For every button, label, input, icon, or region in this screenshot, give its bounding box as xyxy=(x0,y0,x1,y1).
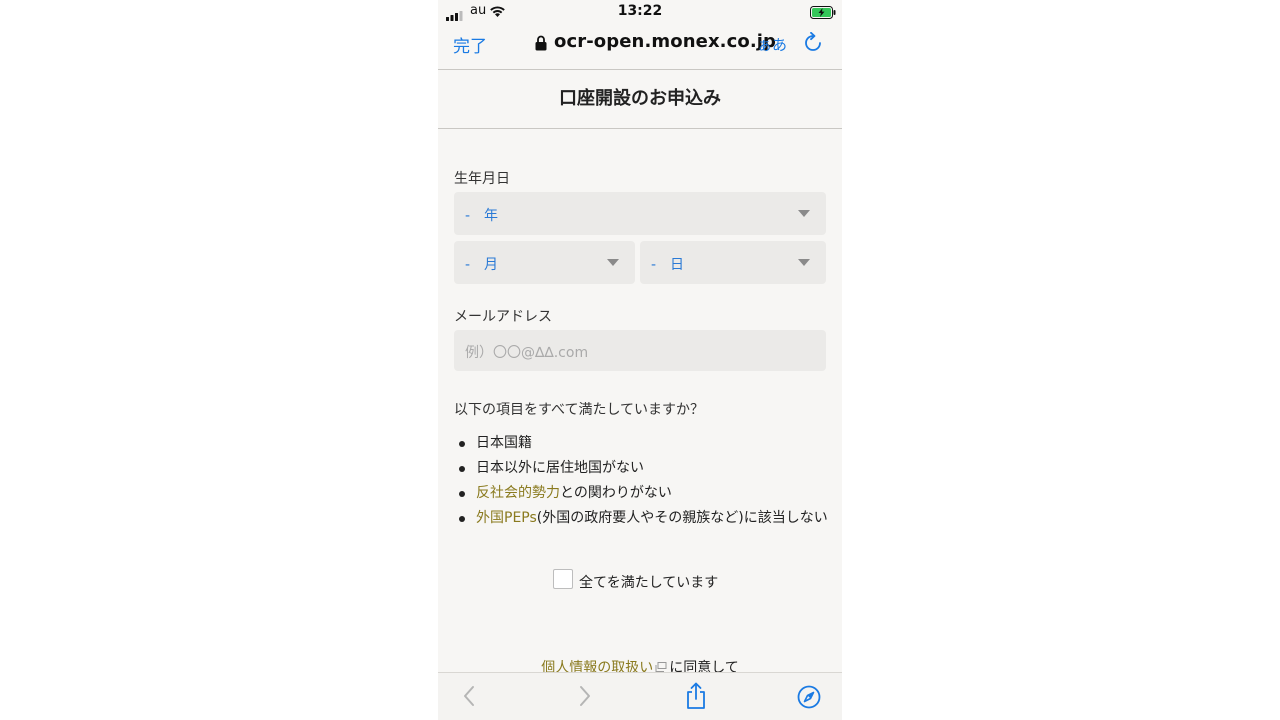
agree-label[interactable]: 全てを満たしています xyxy=(579,572,718,592)
page-title: 口座開設のお申込み xyxy=(559,88,721,109)
requirement-text: との関わりがない xyxy=(560,485,672,501)
battery-charging-icon xyxy=(810,4,836,23)
antisocial-forces-link[interactable]: 反社会的勢力 xyxy=(476,485,560,501)
phone-screen: au 13:22 完了 ocr-open.monex.co.jp ぁあ 口座開設… xyxy=(438,0,842,720)
birth-month-select[interactable]: - 月 xyxy=(454,241,635,284)
page-header: 口座開設のお申込み xyxy=(438,70,842,129)
status-time: 13:22 xyxy=(617,3,663,19)
email-label: メールアドレス xyxy=(454,309,552,325)
text-size-button[interactable]: ぁあ xyxy=(757,34,787,55)
list-item: 反社会的勢力との関わりがない xyxy=(458,484,828,503)
foreign-peps-link[interactable]: 外国PEPs xyxy=(476,510,537,526)
reload-icon[interactable] xyxy=(804,31,822,56)
share-icon[interactable] xyxy=(685,682,707,714)
list-item: 外国PEPs(外国の政府要人やその親族など)に該当しない xyxy=(458,509,828,528)
birth-day-value: - 日 xyxy=(651,257,685,273)
birth-year-select[interactable]: - 年 xyxy=(454,192,826,235)
requirements-list: 日本国籍 日本以外に居住地国がない 反社会的勢力との関わりがない 外国PEPs(… xyxy=(458,434,828,534)
birth-month-value: - 月 xyxy=(465,257,499,273)
birth-year-value: - 年 xyxy=(465,208,499,224)
browser-toolbar xyxy=(438,672,842,720)
status-bar: au 13:22 xyxy=(438,0,842,22)
compass-icon[interactable] xyxy=(797,685,821,713)
forward-icon[interactable] xyxy=(578,685,592,711)
done-button[interactable]: 完了 xyxy=(453,32,487,57)
agree-checkbox[interactable] xyxy=(553,569,573,589)
chevron-down-icon xyxy=(607,259,619,266)
list-item: 日本国籍 xyxy=(458,434,828,453)
birth-day-select[interactable]: - 日 xyxy=(640,241,826,284)
chevron-down-icon xyxy=(798,210,810,217)
back-icon[interactable] xyxy=(462,685,476,711)
list-item: 日本以外に居住地国がない xyxy=(458,459,828,478)
email-field[interactable]: 例）〇〇@∆∆.com xyxy=(454,330,826,371)
url-text[interactable]: ocr-open.monex.co.jp xyxy=(554,31,776,52)
chevron-down-icon xyxy=(798,259,810,266)
requirement-text: (外国の政府要人やその親族など)に該当しない xyxy=(536,510,828,526)
browser-address-bar: 完了 ocr-open.monex.co.jp ぁあ xyxy=(438,22,842,70)
requirements-question: 以下の項目をすべて満たしていますか？ xyxy=(454,402,705,418)
requirement-text: 日本国籍 xyxy=(476,435,532,451)
requirement-text: 日本以外に居住地国がない xyxy=(476,460,644,476)
birthdate-label: 生年月日 xyxy=(454,171,510,187)
lock-icon xyxy=(535,35,547,55)
email-placeholder: 例）〇〇@∆∆.com xyxy=(465,345,589,361)
